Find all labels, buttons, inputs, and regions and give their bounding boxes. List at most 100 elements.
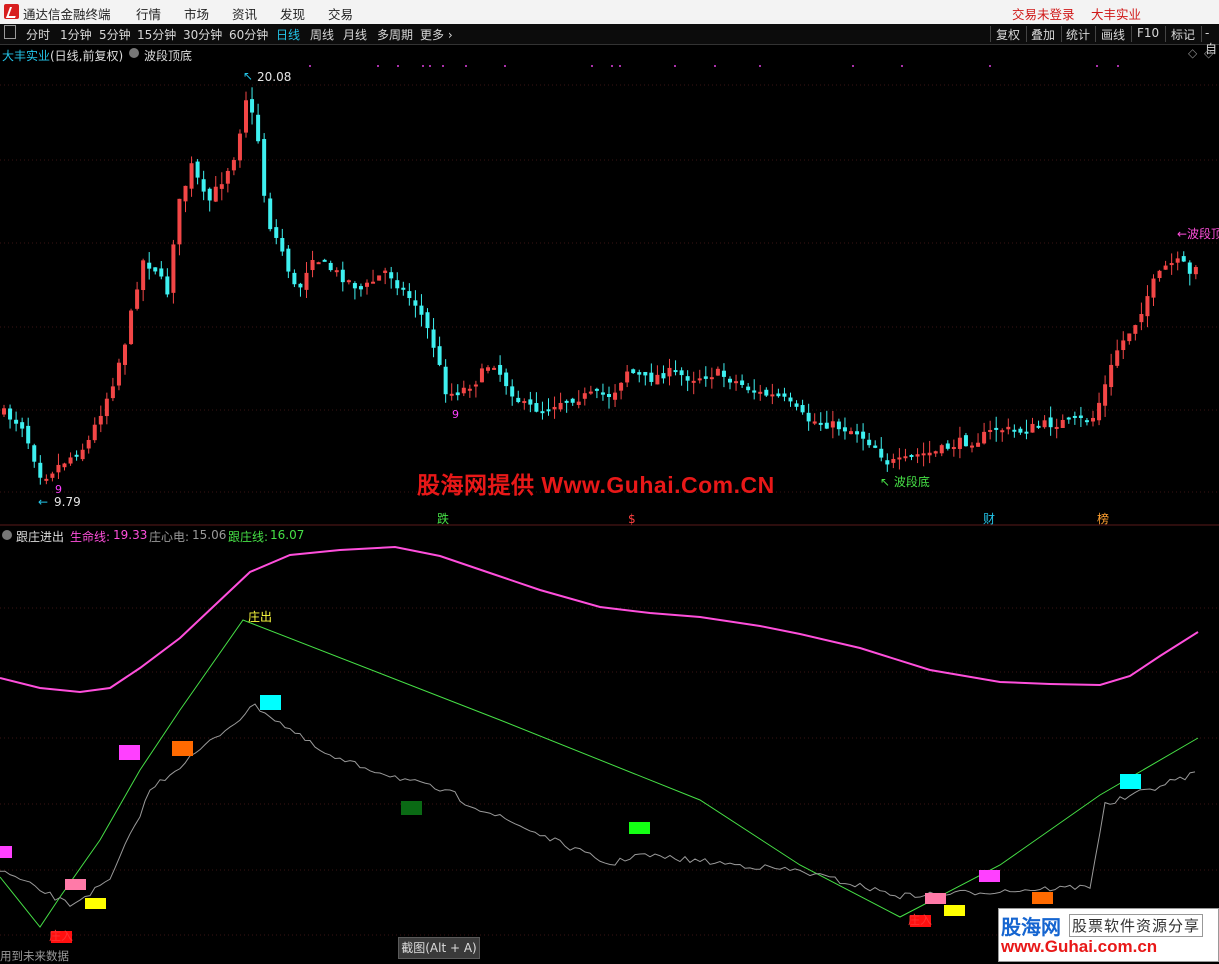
- period-weekly[interactable]: 周线: [310, 26, 334, 43]
- signal-dot: [989, 65, 991, 67]
- panel-toggle-icon[interactable]: [4, 25, 16, 39]
- candle-body: [231, 160, 236, 171]
- period-intraday[interactable]: 分时: [26, 26, 50, 43]
- collapse-icon[interactable]: ◇: [1204, 46, 1213, 60]
- candle-body: [522, 401, 527, 404]
- life-line-value: 19.33: [113, 528, 148, 542]
- candle-body: [673, 370, 678, 373]
- candle-body: [788, 397, 793, 402]
- expand-icon[interactable]: ◇: [1188, 46, 1197, 60]
- candle-body: [92, 424, 97, 441]
- candle-body: [1036, 425, 1041, 428]
- candle-body: [1103, 384, 1108, 406]
- stats-button[interactable]: 统计: [1066, 26, 1090, 43]
- signal-block: [925, 893, 946, 904]
- draw-button[interactable]: 画线: [1101, 26, 1125, 43]
- menu-news[interactable]: 资讯: [232, 4, 257, 23]
- app-logo-icon: [4, 4, 19, 19]
- candle-body: [207, 188, 212, 201]
- menu-market-quotes[interactable]: 行情: [136, 4, 161, 23]
- candle-body: [153, 267, 158, 272]
- overlay-button[interactable]: 叠加: [1031, 26, 1055, 43]
- chart-mode-label: (日线,前复权): [50, 49, 124, 63]
- top-signal-label: ←波段顶: [1177, 226, 1219, 241]
- signal-block: [944, 905, 965, 916]
- candle-body: [709, 377, 714, 380]
- candle-body: [570, 398, 575, 403]
- candle-body: [897, 457, 902, 460]
- candle-body: [389, 272, 394, 279]
- screenshot-hint-button[interactable]: 截图(Alt + A): [398, 937, 480, 959]
- candle-body: [401, 287, 406, 290]
- candle-body: [147, 262, 152, 269]
- period-monthly[interactable]: 月线: [343, 26, 367, 43]
- period-5min[interactable]: 5分钟: [99, 26, 131, 43]
- candle-body: [546, 409, 551, 412]
- signal-block: [0, 846, 12, 858]
- candle-body: [1145, 296, 1150, 317]
- menu-discover[interactable]: 发现: [280, 4, 305, 23]
- signal-block: [51, 931, 72, 943]
- candle-body: [855, 431, 860, 435]
- heart-line-label: 庄心电:: [149, 530, 190, 544]
- candle-body: [1030, 423, 1035, 433]
- life-line: [0, 545, 1199, 694]
- signal-block: [1032, 892, 1053, 904]
- candle-body: [691, 380, 696, 383]
- candle-body: [1054, 426, 1059, 429]
- candle-body: [945, 443, 950, 449]
- watermark-text: 股海网提供 Www.Guhai.Com.CN: [417, 472, 775, 498]
- low-count-marker: 9: [55, 483, 62, 496]
- indicator-dropdown-icon[interactable]: [129, 48, 139, 58]
- candle-body: [371, 281, 376, 284]
- login-status-link[interactable]: 交易未登录: [1012, 4, 1075, 23]
- period-30min[interactable]: 30分钟: [183, 26, 222, 43]
- candle-body: [352, 283, 357, 289]
- adjust-button[interactable]: 复权: [996, 26, 1020, 43]
- candle-body: [377, 275, 382, 281]
- period-1min[interactable]: 1分钟: [60, 26, 92, 43]
- sub-indicator-name[interactable]: 跟庄进出: [16, 528, 64, 545]
- promo-banner: 股海网 股票软件资源分享 www.Guhai.com.cn: [998, 908, 1219, 962]
- mark-button[interactable]: 标记: [1171, 26, 1195, 43]
- candle-body: [244, 100, 248, 133]
- period-daily[interactable]: 日线: [276, 26, 300, 43]
- period-60min[interactable]: 60分钟: [229, 26, 268, 43]
- candle-body: [86, 439, 91, 449]
- candle-body: [976, 442, 981, 447]
- candle-body: [703, 376, 708, 379]
- candle-body: [576, 401, 581, 405]
- candle-body: [1006, 426, 1011, 430]
- main-indicator-name[interactable]: 波段顶底: [144, 47, 192, 64]
- candle-body: [782, 393, 787, 397]
- candle-body: [740, 380, 745, 385]
- candle-body: [62, 463, 67, 468]
- sub-indicator-dropdown-icon[interactable]: [2, 530, 12, 540]
- menu-trade[interactable]: 交易: [328, 4, 353, 23]
- period-15min[interactable]: 15分钟: [137, 26, 176, 43]
- period-multi[interactable]: 多周期: [377, 26, 413, 43]
- menu-market[interactable]: 市场: [184, 4, 209, 23]
- signal-dot: [759, 65, 761, 67]
- candle-body: [770, 394, 775, 397]
- candle-body: [963, 435, 968, 447]
- candle-body: [280, 238, 285, 252]
- candle-body: [1133, 325, 1138, 334]
- candle-body: [504, 372, 509, 387]
- f10-button[interactable]: F10: [1137, 26, 1159, 40]
- period-more[interactable]: 更多 ›: [420, 26, 453, 43]
- candle-body: [1066, 417, 1071, 420]
- candle-body: [44, 478, 49, 481]
- candle-body: [413, 300, 418, 306]
- candle-body: [649, 372, 654, 382]
- candle-body: [274, 227, 279, 238]
- candle-body: [104, 398, 109, 417]
- candle-body: [776, 393, 781, 397]
- signal-dot: [442, 65, 444, 67]
- candle-body: [510, 386, 515, 397]
- candle-body: [292, 272, 297, 285]
- candle-body: [1181, 256, 1186, 262]
- candle-body: [340, 269, 345, 283]
- candle-body: [873, 445, 878, 448]
- low-price-label: 9.79: [54, 495, 81, 509]
